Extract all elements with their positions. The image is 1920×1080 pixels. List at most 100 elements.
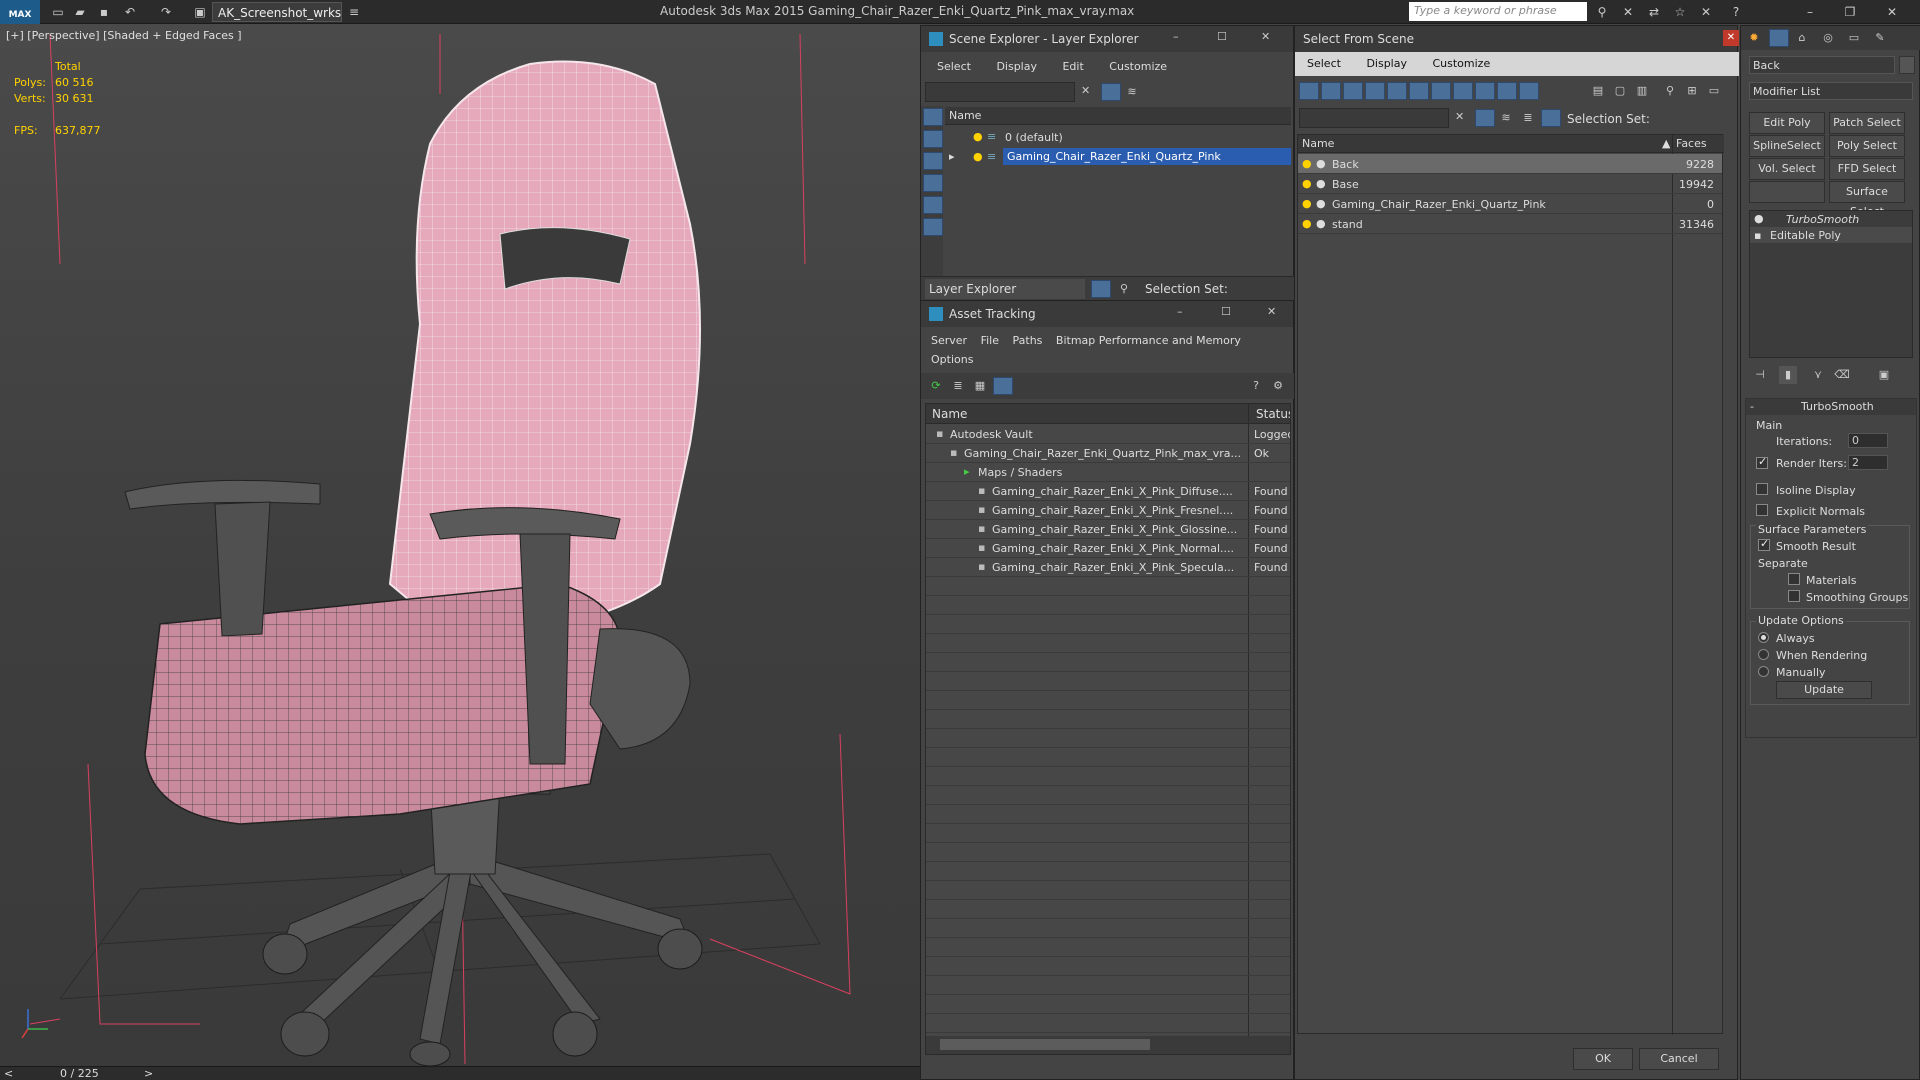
- display-shapes-icon[interactable]: [923, 152, 943, 170]
- layer-row[interactable]: ▸ ● ≡ Gaming_Chair_Razer_Enki_Quartz_Pin…: [945, 147, 1291, 167]
- menu-paths[interactable]: Paths: [1013, 334, 1043, 347]
- clear-icon[interactable]: ✕: [1455, 110, 1464, 123]
- time-prev-button[interactable]: <: [4, 1067, 13, 1080]
- camera-filter-icon[interactable]: [1365, 82, 1385, 100]
- empty-modifier-button[interactable]: [1749, 181, 1825, 203]
- asset-row[interactable]: [926, 862, 1290, 881]
- menu-customize[interactable]: Customize: [1432, 57, 1490, 70]
- asset-row[interactable]: ▸ Maps / Shaders: [926, 463, 1290, 482]
- minimize-icon[interactable]: –: [1800, 3, 1820, 21]
- asset-row[interactable]: [926, 748, 1290, 767]
- ok-button[interactable]: OK: [1573, 1048, 1633, 1070]
- horizontal-scrollbar[interactable]: [926, 1036, 1290, 1054]
- open-icon[interactable]: ▰: [70, 3, 90, 21]
- object-row[interactable]: ● ● Base 19942: [1298, 174, 1722, 194]
- isoline-display-checkbox[interactable]: [1756, 483, 1768, 495]
- filter-icon[interactable]: [1101, 83, 1121, 101]
- asset-row[interactable]: [926, 843, 1290, 862]
- asset-row[interactable]: [926, 919, 1290, 938]
- layer-view-icon[interactable]: ≣: [1519, 109, 1537, 127]
- display-tab-icon[interactable]: ▭: [1845, 29, 1863, 47]
- tools-icon[interactable]: ✕: [1618, 3, 1638, 21]
- asset-row[interactable]: [926, 615, 1290, 634]
- asset-row[interactable]: [926, 596, 1290, 615]
- close-icon[interactable]: ✕: [1261, 30, 1270, 43]
- container-filter-icon[interactable]: [1497, 82, 1517, 100]
- invert-icon[interactable]: ▥: [1633, 82, 1651, 100]
- subscription-icon[interactable]: ⇄: [1644, 3, 1664, 21]
- minimize-icon[interactable]: –: [1173, 30, 1179, 43]
- bone-filter-icon[interactable]: [1475, 82, 1495, 100]
- asset-row[interactable]: [926, 710, 1290, 729]
- vol-select-button[interactable]: Vol. Select: [1749, 158, 1825, 180]
- asset-row[interactable]: [926, 900, 1290, 919]
- object-name-field[interactable]: Back: [1749, 56, 1895, 74]
- thumbnail-icon[interactable]: ▦: [971, 377, 989, 395]
- help-icon[interactable]: ?: [1726, 3, 1746, 21]
- list-icon[interactable]: ≣: [949, 377, 967, 395]
- asset-row[interactable]: [926, 805, 1290, 824]
- hierarchy-icon[interactable]: ⊞: [1683, 82, 1701, 100]
- collapse-icon[interactable]: ▭: [1705, 82, 1723, 100]
- remove-modifier-icon[interactable]: ⌫: [1833, 366, 1851, 384]
- binoculars-icon[interactable]: ⚲: [1592, 3, 1612, 21]
- help-icon[interactable]: ?: [1247, 377, 1265, 395]
- asset-row[interactable]: [926, 976, 1290, 995]
- modifier-stack-item[interactable]: ▪ Editable Poly: [1750, 227, 1912, 243]
- layers-icon[interactable]: ≋: [1497, 109, 1515, 127]
- maximize-icon[interactable]: ☐: [1217, 30, 1227, 43]
- asset-row[interactable]: [926, 691, 1290, 710]
- object-row[interactable]: ● ● Gaming_Chair_Razer_Enki_Quartz_Pink 0: [1298, 194, 1722, 214]
- time-slider[interactable]: < 0 / 225 >: [0, 1066, 920, 1080]
- expand-icon[interactable]: ▸: [949, 150, 955, 163]
- menu-display[interactable]: Display: [1366, 57, 1407, 70]
- maximize-icon[interactable]: ☐: [1221, 305, 1231, 318]
- lightbulb-icon[interactable]: ●: [1302, 157, 1312, 170]
- update-button[interactable]: Update: [1776, 681, 1872, 699]
- scroll-thumb[interactable]: [940, 1039, 1150, 1050]
- display-cameras-icon[interactable]: [923, 196, 943, 214]
- menu-display[interactable]: Display: [996, 60, 1037, 73]
- smooth-result-checkbox[interactable]: [1758, 537, 1770, 551]
- utilities-tab-icon[interactable]: ✎: [1871, 29, 1889, 47]
- smoothing-groups-checkbox[interactable]: [1788, 590, 1800, 602]
- modifier-stack-item[interactable]: ● TurboSmooth: [1750, 211, 1912, 227]
- asset-row[interactable]: ▪ Gaming_chair_Razer_Enki_X_Pink_Normal..…: [926, 539, 1290, 558]
- undo-icon[interactable]: ↶: [120, 3, 140, 21]
- menu-options[interactable]: Options: [931, 353, 973, 366]
- asset-row[interactable]: [926, 995, 1290, 1014]
- close-icon[interactable]: ✕: [1882, 3, 1902, 21]
- expand-icon[interactable]: ▪: [1754, 229, 1761, 242]
- patch-select-button[interactable]: Patch Select: [1829, 112, 1905, 134]
- column-name[interactable]: Name: [1302, 137, 1334, 150]
- display-objects-icon[interactable]: [923, 108, 943, 126]
- asset-row[interactable]: ▪ Gaming_chair_Razer_Enki_X_Pink_Diffuse.…: [926, 482, 1290, 501]
- exchange-icon[interactable]: ✕: [1696, 3, 1716, 21]
- minimize-icon[interactable]: –: [1177, 305, 1183, 318]
- render-iters-checkbox[interactable]: [1756, 455, 1768, 469]
- explorer-type-dropdown[interactable]: Layer Explorer: [925, 279, 1085, 299]
- manually-radio[interactable]: [1758, 666, 1769, 677]
- lightbulb-icon[interactable]: ●: [1754, 212, 1764, 225]
- maximize-icon[interactable]: ❐: [1840, 3, 1860, 21]
- object-color-swatch[interactable]: [1899, 56, 1915, 74]
- new-icon[interactable]: ▭: [48, 3, 68, 21]
- column-faces[interactable]: Faces: [1676, 137, 1707, 150]
- asset-row[interactable]: ▪ Gaming_chair_Razer_Enki_X_Pink_Glossine…: [926, 520, 1290, 539]
- asset-row[interactable]: ▪ Gaming_chair_Razer_Enki_X_Pink_Fresnel.…: [926, 501, 1290, 520]
- asset-row[interactable]: [926, 634, 1290, 653]
- all-icon[interactable]: ▤: [1589, 82, 1607, 100]
- geometry-filter-icon[interactable]: [1299, 82, 1319, 100]
- menu-bitmap-performance[interactable]: Bitmap Performance and Memory: [1056, 334, 1241, 347]
- menu-file[interactable]: File: [981, 334, 999, 347]
- scene-search-input[interactable]: [925, 82, 1075, 102]
- shape-filter-icon[interactable]: [1321, 82, 1341, 100]
- display-geometry-icon[interactable]: [923, 130, 943, 148]
- layer-row[interactable]: ● ≡ 0 (default): [945, 127, 1291, 147]
- sfs-search-input[interactable]: [1299, 108, 1449, 128]
- clear-icon[interactable]: ✕: [1081, 84, 1090, 97]
- motion-tab-icon[interactable]: ◎: [1819, 29, 1837, 47]
- menu-server[interactable]: Server: [931, 334, 967, 347]
- asset-row[interactable]: [926, 729, 1290, 748]
- asset-row[interactable]: [926, 824, 1290, 843]
